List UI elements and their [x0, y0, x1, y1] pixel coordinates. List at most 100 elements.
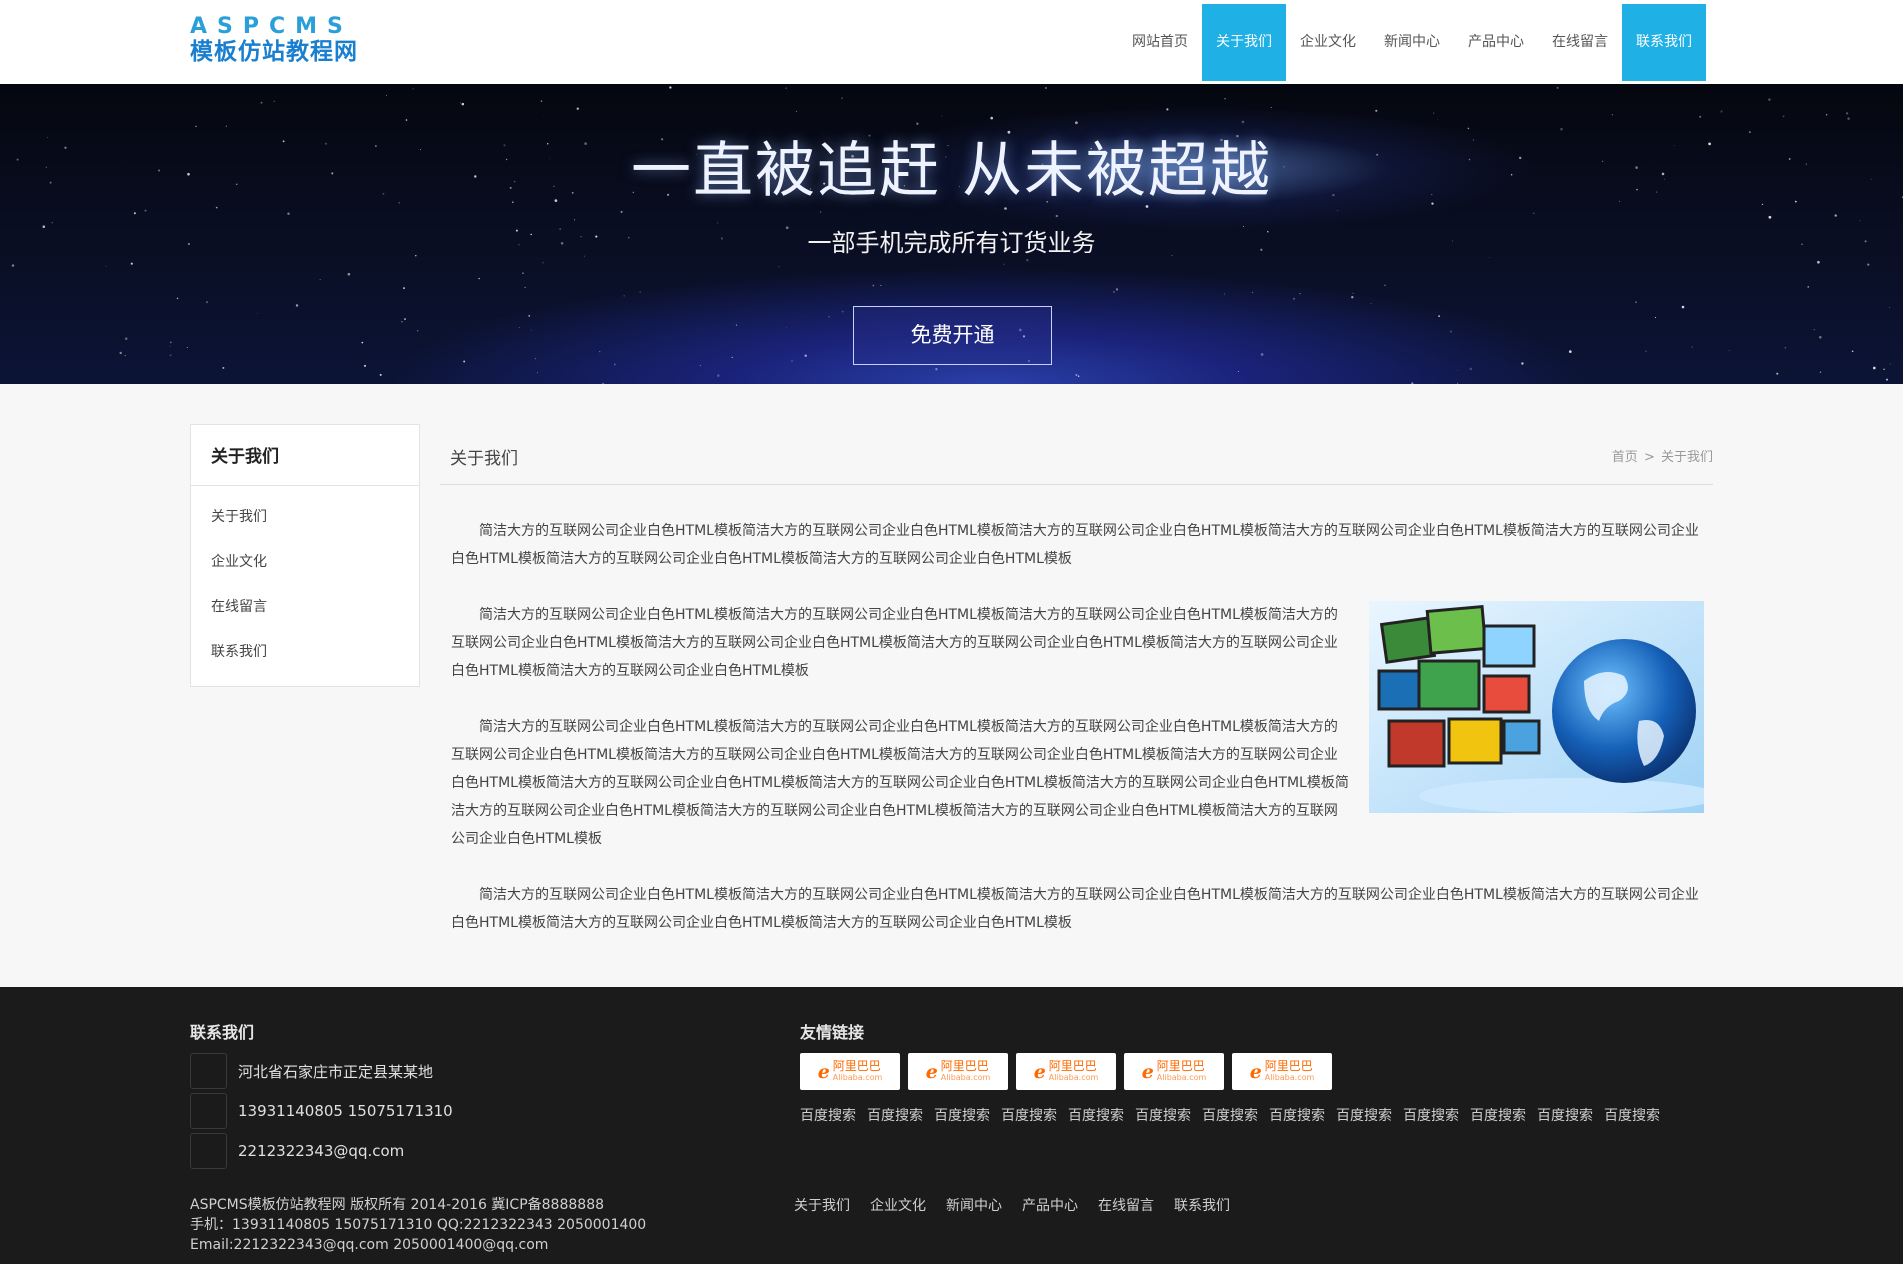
article-content: 简洁大方的互联网公司企业白色HTML模板简洁大方的互联网公司企业白色HTML模板… [451, 517, 1704, 965]
star [1720, 110, 1723, 113]
star [1337, 210, 1339, 212]
star [778, 266, 780, 268]
star [1166, 108, 1169, 111]
star [820, 211, 822, 213]
star [119, 351, 122, 355]
text-link[interactable]: 百度搜索 [1604, 1105, 1660, 1125]
text-link[interactable]: 百度搜索 [1336, 1105, 1392, 1125]
star [599, 351, 601, 353]
text-link[interactable]: 百度搜索 [1001, 1105, 1057, 1125]
contact-address-text: 河北省石家庄市正定县某某地 [238, 1062, 434, 1081]
footer-nav-about[interactable]: 关于我们 [794, 1195, 850, 1215]
nav-item-products[interactable]: 产品中心 [1454, 4, 1538, 81]
copyright-line: ASPCMS模板仿站教程网 版权所有 2014-2016 冀ICP备888888… [190, 1197, 605, 1213]
star [222, 366, 225, 369]
star [1654, 316, 1657, 319]
content-header: 关于我们 首页 > 关于我们 [440, 424, 1713, 485]
footer-nav-news[interactable]: 新闻中心 [946, 1195, 1002, 1215]
star [639, 291, 641, 293]
copyright-block: ASPCMS模板仿站教程网 版权所有 2014-2016 冀ICP备888888… [190, 1195, 646, 1255]
text-link[interactable]: 百度搜索 [1135, 1105, 1191, 1125]
footer-nav-message[interactable]: 在线留言 [1098, 1195, 1154, 1215]
footer-nav-products[interactable]: 产品中心 [1022, 1195, 1078, 1215]
star [522, 272, 524, 275]
text-link[interactable]: 百度搜索 [800, 1105, 856, 1125]
breadcrumb-home[interactable]: 首页 [1612, 450, 1638, 465]
alibaba-icon: e [1249, 1060, 1262, 1083]
nav-item-about[interactable]: 关于我们 [1202, 4, 1286, 81]
logo-en-text: Alibaba.com [832, 1072, 883, 1082]
star [620, 210, 623, 213]
star [1851, 350, 1854, 353]
star [669, 86, 672, 89]
alibaba-logo-link[interactable]: e 阿里巴巴 Alibaba.com [908, 1053, 1008, 1090]
nav-item-news[interactable]: 新闻中心 [1370, 4, 1454, 81]
nav-item-message[interactable]: 在线留言 [1538, 4, 1622, 81]
alibaba-logo-link[interactable]: e 阿里巴巴 Alibaba.com [1232, 1053, 1332, 1090]
sidebar-item-message[interactable]: 在线留言 [191, 585, 419, 630]
text-link[interactable]: 百度搜索 [1537, 1105, 1593, 1125]
text-link[interactable]: 百度搜索 [1269, 1105, 1325, 1125]
footer-nav-contact[interactable]: 联系我们 [1174, 1195, 1230, 1215]
star [1292, 297, 1296, 300]
star [478, 277, 480, 280]
alibaba-logo-link[interactable]: e 阿里巴巴 Alibaba.com [1016, 1053, 1116, 1090]
star [1260, 353, 1264, 356]
alibaba-logo-link[interactable]: e 阿里巴巴 Alibaba.com [1124, 1053, 1224, 1090]
site-logo[interactable]: ASPCMS 模板仿站教程网 [190, 16, 370, 66]
text-link[interactable]: 百度搜索 [1068, 1105, 1124, 1125]
star [1768, 215, 1772, 219]
star [386, 95, 387, 96]
nav-item-contact[interactable]: 联系我们 [1622, 4, 1706, 81]
star [524, 286, 526, 288]
star [1370, 303, 1372, 304]
star [105, 265, 107, 267]
footer-nav-culture[interactable]: 企业文化 [870, 1195, 926, 1215]
star [601, 382, 605, 384]
site-footer: 联系我们 河北省石家庄市正定县某某地 13931140805 150751713… [0, 987, 1903, 1264]
star [379, 373, 382, 376]
star [1817, 260, 1820, 264]
star [935, 368, 938, 371]
phone-icon [190, 1093, 227, 1129]
star [576, 107, 580, 110]
star [403, 287, 405, 290]
star [1457, 382, 1459, 384]
contact-email-text[interactable]: 2212322343@qq.com [238, 1142, 404, 1160]
alibaba-icon: e [817, 1060, 830, 1083]
alibaba-logo-link[interactable]: e 阿里巴巴 Alibaba.com [800, 1053, 900, 1090]
text-link[interactable]: 百度搜索 [1202, 1105, 1258, 1125]
star [1867, 263, 1870, 266]
star [295, 304, 299, 307]
nav-item-culture[interactable]: 企业文化 [1286, 4, 1370, 81]
star [1384, 284, 1386, 287]
email-icon [190, 1133, 227, 1169]
sidebar-item-culture[interactable]: 企业文化 [191, 540, 419, 585]
star [287, 212, 290, 215]
star [260, 101, 263, 104]
paragraph-1: 简洁大方的互联网公司企业白色HTML模板简洁大方的互联网公司企业白色HTML模板… [451, 523, 1699, 567]
star [880, 284, 882, 287]
star [1859, 220, 1861, 222]
sidebar-item-contact[interactable]: 联系我们 [191, 630, 419, 675]
star [412, 88, 414, 90]
sidebar-item-about[interactable]: 关于我们 [191, 495, 419, 540]
text-link[interactable]: 百度搜索 [934, 1105, 990, 1125]
main-nav: 网站首页 关于我们 企业文化 新闻中心 产品中心 在线留言 联系我们 [1118, 4, 1706, 81]
free-signup-button[interactable]: 免费开通 [853, 306, 1052, 365]
star [273, 100, 275, 102]
star [1807, 286, 1809, 288]
star [1044, 86, 1047, 90]
text-link[interactable]: 百度搜索 [1470, 1105, 1526, 1125]
star [574, 219, 576, 221]
nav-item-home[interactable]: 网站首页 [1118, 4, 1202, 81]
star [990, 116, 993, 120]
logo-cn-text: 阿里巴巴 [940, 1058, 989, 1073]
star [623, 295, 625, 297]
star [319, 279, 321, 280]
text-link[interactable]: 百度搜索 [1403, 1105, 1459, 1125]
star [530, 329, 532, 331]
copyright-email-line: Email:2212322343@qq.com 2050001400@qq.co… [190, 1237, 549, 1253]
star [405, 119, 408, 121]
text-link[interactable]: 百度搜索 [867, 1105, 923, 1125]
